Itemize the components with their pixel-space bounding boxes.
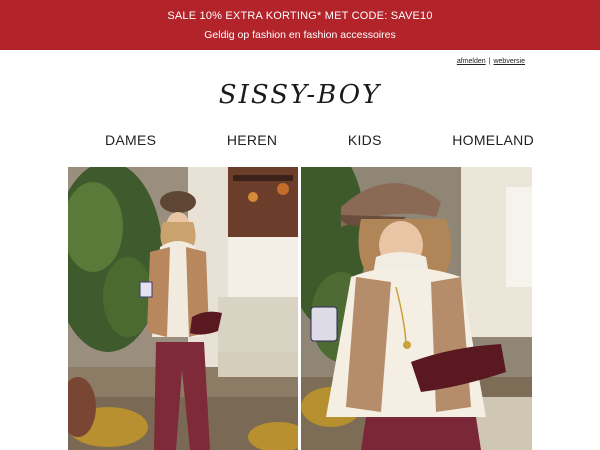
nav-item-heren[interactable]: HEREN: [227, 132, 278, 152]
main-nav: DAMES HEREN KIDS HOMELAND: [68, 132, 534, 152]
promo-subline: Geldig op fashion en fashion accessoires: [204, 29, 396, 41]
brand-logo[interactable]: SISSY-BOY: [0, 80, 600, 110]
nav-item-homeland[interactable]: HOMELAND: [452, 132, 534, 152]
hero-image-left[interactable]: [68, 167, 298, 450]
hero-image-right[interactable]: [301, 167, 532, 450]
promo-banner[interactable]: SALE 10% EXTRA KORTING* MET CODE: SAVE10…: [0, 0, 600, 50]
nav-item-kids[interactable]: KIDS: [348, 132, 382, 152]
nav-item-dames[interactable]: DAMES: [105, 132, 156, 152]
top-links: afmelden | webversie: [457, 58, 525, 65]
unsubscribe-link[interactable]: afmelden: [457, 58, 486, 65]
webversion-link[interactable]: webversie: [493, 58, 525, 65]
hero-image-left-illustration: [68, 167, 298, 450]
promo-headline: SALE 10% EXTRA KORTING* MET CODE: SAVE10: [167, 10, 433, 22]
hero-image-right-illustration: [301, 167, 532, 450]
